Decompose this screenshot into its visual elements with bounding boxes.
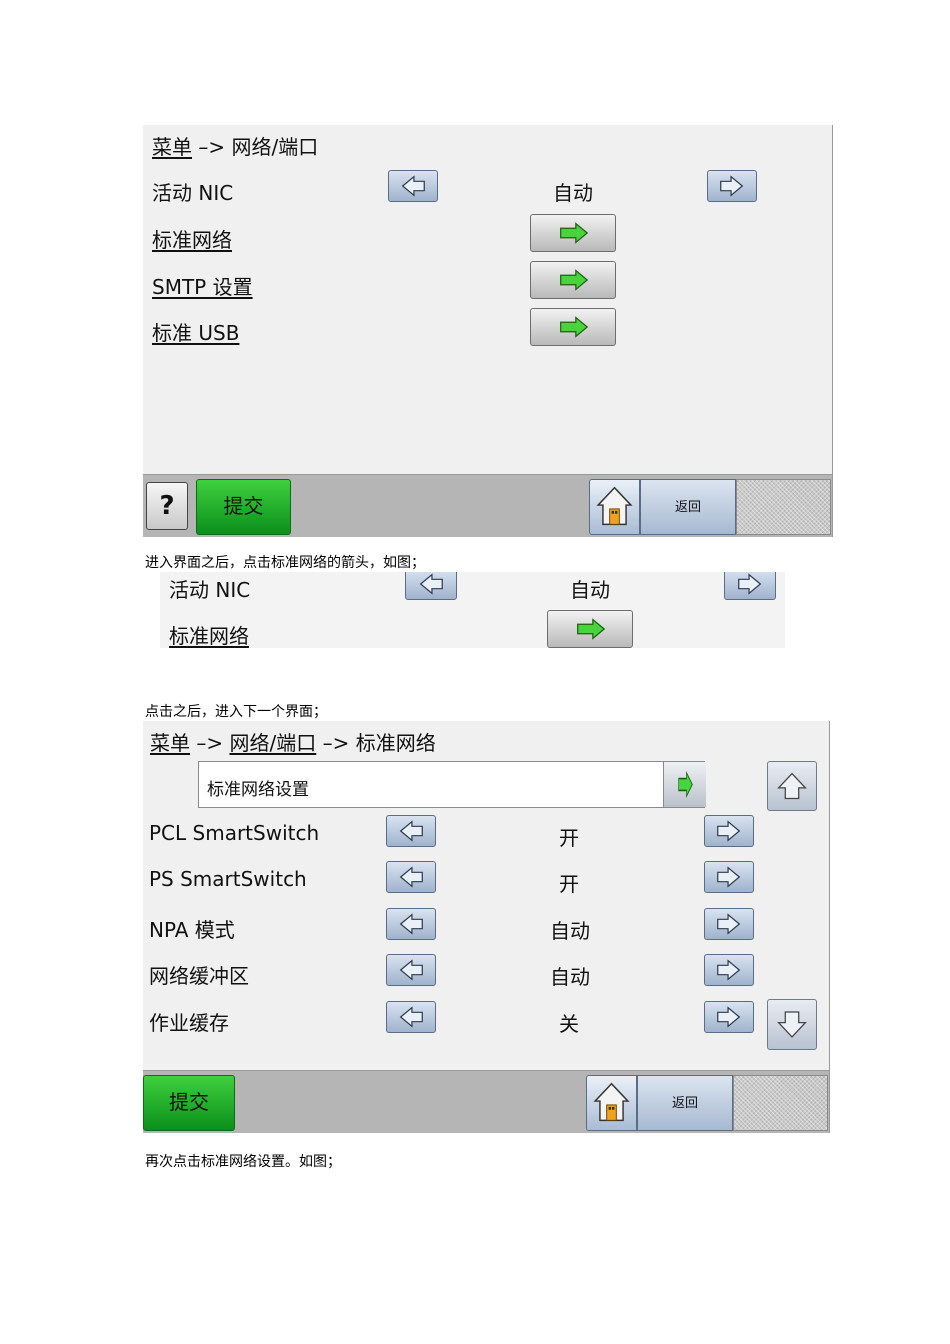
right-arrow-icon — [725, 572, 775, 599]
field-go-button[interactable] — [663, 762, 706, 807]
setting-value: 开 — [559, 872, 579, 896]
crop-item-standard-network[interactable]: 标准网络 — [169, 620, 249, 648]
active-nic-value: 自动 — [553, 181, 593, 205]
setting-value: 自动 — [550, 965, 590, 989]
left-arrow-icon — [406, 572, 456, 599]
setting-prev-button[interactable] — [386, 1001, 436, 1033]
smtp-settings-go-button[interactable] — [530, 261, 616, 299]
bottom-bar: ? 提交 返回 — [143, 474, 832, 537]
setting-label: NPA 模式 — [149, 918, 235, 942]
green-arrow-icon — [531, 215, 615, 251]
submit-button[interactable]: 提交 — [196, 479, 291, 535]
green-arrow-icon — [664, 762, 706, 807]
setting-prev-button[interactable] — [386, 815, 436, 847]
help-icon: ? — [159, 491, 175, 521]
down-arrow-icon — [768, 1000, 816, 1049]
right-arrow-icon — [708, 171, 756, 201]
disabled-button — [733, 1075, 828, 1131]
active-nic-next-button[interactable] — [707, 170, 757, 202]
right-arrow-icon — [705, 955, 753, 985]
help-button[interactable]: ? — [146, 482, 188, 530]
left-arrow-icon — [387, 1002, 435, 1032]
crop-nic-next-button[interactable] — [724, 572, 776, 600]
setting-value: 开 — [559, 826, 579, 850]
home-button[interactable] — [586, 1075, 637, 1131]
caption-3: 再次点击标准网络设置。如图； — [145, 1154, 341, 1170]
left-arrow-icon — [389, 171, 437, 201]
left-arrow-icon — [387, 816, 435, 846]
crop-nic-prev-button[interactable] — [405, 572, 457, 600]
screen2-panel: 菜单 –> 网络/端口 –> 标准网络 标准网络设置 PCL SmartSwit… — [143, 721, 830, 1133]
setting-label: PCL SmartSwitch — [149, 821, 320, 845]
caption-1: 进入界面之后，点击标准网络的箭头，如图； — [145, 555, 425, 571]
screen1-panel: 菜单 –> 网络/端口 活动 NIC 自动 标准网络 SMTP 设置 标准 US… — [143, 125, 833, 537]
standard-network-go-button[interactable] — [530, 214, 616, 252]
breadcrumb-arrow: –> — [198, 135, 226, 159]
setting-next-button[interactable] — [704, 815, 754, 847]
crop-standard-network-go-button[interactable] — [547, 610, 633, 648]
setting-label: 作业缓存 — [149, 1011, 229, 1035]
crop-active-nic-value: 自动 — [570, 578, 610, 602]
back-button[interactable]: 返回 — [640, 479, 736, 535]
disabled-button — [736, 479, 831, 535]
caption-2: 点击之后，进入下一个界面； — [145, 704, 327, 720]
setting-next-button[interactable] — [704, 954, 754, 986]
green-arrow-icon — [531, 262, 615, 298]
submit-button[interactable]: 提交 — [143, 1075, 235, 1131]
crop-active-nic-label: 活动 NIC — [169, 578, 251, 602]
left-arrow-icon — [387, 909, 435, 939]
setting-label: PS SmartSwitch — [149, 867, 307, 891]
breadcrumb-menu-link[interactable]: 菜单 — [150, 731, 190, 755]
active-nic-label: 活动 NIC — [152, 181, 234, 205]
left-arrow-icon — [387, 862, 435, 892]
right-arrow-icon — [705, 816, 753, 846]
standard-usb-go-button[interactable] — [530, 308, 616, 346]
breadcrumb-2: 菜单 –> 网络/端口 –> 标准网络 — [150, 727, 436, 756]
active-nic-prev-button[interactable] — [388, 170, 438, 202]
breadcrumb-arrow: –> — [196, 731, 224, 755]
setting-next-button[interactable] — [704, 908, 754, 940]
bottom-bar: 提交 返回 — [143, 1070, 829, 1133]
breadcrumb-menu-link[interactable]: 菜单 — [152, 135, 192, 159]
left-arrow-icon — [387, 955, 435, 985]
green-arrow-icon — [531, 309, 615, 345]
right-arrow-icon — [705, 1002, 753, 1032]
home-icon — [587, 1076, 636, 1130]
setting-next-button[interactable] — [704, 861, 754, 893]
breadcrumb-arrow: –> — [322, 731, 350, 755]
right-arrow-icon — [705, 862, 753, 892]
breadcrumb-current: 标准网络 — [355, 731, 436, 755]
field-label: 标准网络设置 — [207, 780, 309, 800]
back-button[interactable]: 返回 — [637, 1075, 733, 1131]
home-button[interactable] — [589, 479, 640, 535]
right-arrow-icon — [705, 909, 753, 939]
item-standard-network[interactable]: 标准网络 — [152, 224, 232, 253]
scroll-up-button[interactable] — [767, 761, 817, 811]
item-smtp-settings[interactable]: SMTP 设置 — [152, 271, 253, 300]
breadcrumb-current: 网络/端口 — [231, 135, 319, 159]
setting-next-button[interactable] — [704, 1001, 754, 1033]
green-arrow-icon — [548, 611, 632, 647]
home-icon — [590, 480, 639, 534]
breadcrumb: 菜单 –> 网络/端口 — [152, 131, 318, 160]
setting-value: 自动 — [550, 919, 590, 943]
setting-prev-button[interactable] — [386, 861, 436, 893]
scroll-down-button[interactable] — [767, 999, 817, 1050]
standard-network-settings-field[interactable]: 标准网络设置 — [198, 761, 706, 808]
setting-label: 网络缓冲区 — [149, 964, 249, 988]
setting-prev-button[interactable] — [386, 954, 436, 986]
breadcrumb-network-port-link[interactable]: 网络/端口 — [229, 731, 316, 755]
up-arrow-icon — [768, 762, 816, 810]
item-standard-usb[interactable]: 标准 USB — [152, 317, 239, 346]
setting-prev-button[interactable] — [386, 908, 436, 940]
setting-value: 关 — [559, 1012, 579, 1036]
crop-panel: 活动 NIC 自动 标准网络 — [160, 572, 785, 648]
